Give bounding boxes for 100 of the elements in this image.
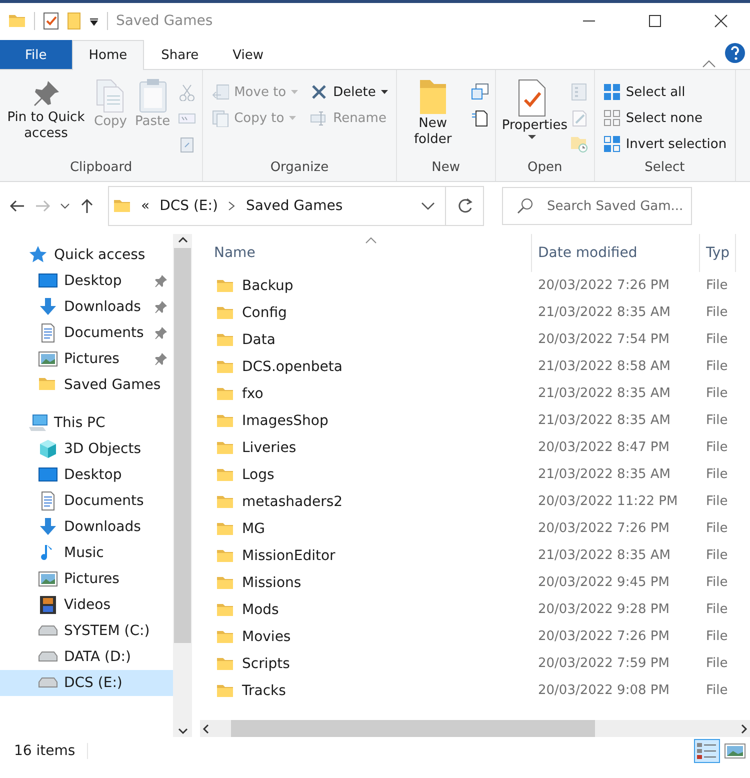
ribbon-tab[interactable]: Home bbox=[72, 40, 144, 70]
file-name[interactable]: MissionEditor bbox=[242, 548, 336, 564]
file-tab[interactable]: File bbox=[0, 40, 72, 69]
file-name[interactable]: Data bbox=[242, 332, 276, 348]
refresh-icon bbox=[456, 197, 474, 215]
file-name[interactable]: Logs bbox=[242, 466, 274, 482]
chevron-right-icon bbox=[228, 201, 236, 211]
folder-icon bbox=[418, 78, 448, 116]
date-cell-text: 20/03/2022 7:54 PM bbox=[538, 332, 670, 347]
pin-button[interactable]: Pin to Quick access bbox=[4, 74, 88, 146]
table-cell-text: File bbox=[706, 575, 729, 590]
dropdown-icon bbox=[89, 16, 99, 26]
file-name[interactable]: Tracks bbox=[242, 682, 286, 698]
cube-icon bbox=[38, 439, 58, 459]
date-cell-text: 21/03/2022 8:35 AM bbox=[538, 413, 672, 428]
move-icon bbox=[211, 83, 230, 101]
date-cell-text: 20/03/2022 8:47 PM bbox=[538, 440, 670, 455]
navigation-item[interactable]: Documents bbox=[0, 488, 173, 514]
column-header[interactable]: Typ bbox=[700, 234, 736, 272]
navigation-item[interactable]: Quick access bbox=[0, 242, 173, 268]
caret-icon bbox=[289, 116, 296, 120]
help-icon bbox=[724, 42, 746, 64]
search-icon bbox=[516, 197, 534, 215]
date-cell-text: 20/03/2022 7:59 PM bbox=[538, 656, 670, 671]
selectnone-button[interactable]: Select none bbox=[598, 106, 731, 130]
date-cell-text: 20/03/2022 7:26 PM bbox=[538, 278, 670, 293]
recent-button[interactable] bbox=[58, 201, 72, 211]
navigation-item[interactable]: Documents bbox=[0, 320, 173, 346]
table-cell-text: File bbox=[706, 683, 729, 698]
address-bar[interactable]: « DCS (E:) Saved Games bbox=[108, 186, 484, 226]
group-label: New bbox=[430, 159, 462, 177]
navigation-item[interactable]: Downloads bbox=[0, 514, 173, 540]
table-cell-text: File bbox=[706, 629, 729, 644]
file-name[interactable]: Config bbox=[242, 304, 287, 320]
column-header[interactable]: Date modified bbox=[532, 234, 700, 272]
table-cell-text: File bbox=[706, 332, 729, 347]
navigation-item[interactable]: Pictures bbox=[0, 566, 173, 592]
ribbon-tab[interactable]: View bbox=[216, 40, 281, 69]
grid-icon bbox=[602, 109, 621, 127]
overflow-button[interactable]: « bbox=[141, 198, 150, 214]
file-name[interactable]: fxo bbox=[242, 386, 264, 402]
clipboard-icon bbox=[136, 78, 169, 114]
file-name[interactable]: ImagesShop bbox=[242, 412, 328, 428]
navigation-item[interactable]: DATA (D:) bbox=[0, 644, 173, 670]
file-name[interactable]: Mods bbox=[242, 602, 279, 618]
navigation-item[interactable]: Saved Games bbox=[0, 372, 173, 398]
navigation-item[interactable]: DCS (E:) bbox=[0, 670, 173, 696]
picture-icon bbox=[38, 349, 58, 369]
navigation-item[interactable]: Desktop bbox=[0, 268, 173, 294]
file-name[interactable]: Missions bbox=[242, 574, 302, 590]
selectall-button[interactable]: Select all bbox=[598, 80, 731, 104]
computer-icon bbox=[28, 413, 48, 433]
rename-icon bbox=[310, 109, 328, 127]
column-header[interactable]: Name bbox=[214, 234, 532, 272]
breadcrumb[interactable]: DCS (E:) bbox=[160, 198, 218, 214]
down-arrow-icon bbox=[38, 517, 58, 537]
copy-icon bbox=[94, 78, 126, 114]
navigation-item[interactable]: Pictures bbox=[0, 346, 173, 372]
date-cell-text: 21/03/2022 8:35 AM bbox=[538, 305, 672, 320]
table-cell-text: File bbox=[706, 359, 729, 374]
file-name[interactable]: Backup bbox=[242, 278, 294, 294]
maximize-icon bbox=[647, 14, 663, 28]
file-name[interactable]: Movies bbox=[242, 628, 291, 644]
details-view-button[interactable] bbox=[694, 739, 720, 763]
file-name[interactable]: metashaders2 bbox=[242, 494, 343, 510]
table-cell-text: File bbox=[706, 656, 729, 671]
table-cell-text: File bbox=[706, 602, 729, 617]
ribbon-tab[interactable]: Share bbox=[144, 40, 216, 69]
navigation-item[interactable]: This PC bbox=[0, 410, 173, 436]
file-name[interactable]: Scripts bbox=[242, 656, 290, 672]
search-field[interactable]: Search Saved Gam... bbox=[502, 187, 692, 225]
navigation-item[interactable]: 3D Objects bbox=[0, 436, 173, 462]
date-cell-text: 20/03/2022 9:28 PM bbox=[538, 602, 670, 617]
file-name[interactable]: DCS.openbeta bbox=[242, 358, 342, 374]
group-label: Open bbox=[526, 159, 564, 177]
film-strip-icon bbox=[38, 595, 58, 615]
scrollbar[interactable] bbox=[200, 720, 750, 737]
drive-icon bbox=[38, 625, 58, 637]
navigation-item[interactable]: Videos bbox=[0, 592, 173, 618]
file-name[interactable]: MG bbox=[242, 520, 265, 536]
delete-button[interactable]: Delete bbox=[306, 80, 392, 104]
date-cell-text: 20/03/2022 7:26 PM bbox=[538, 521, 670, 536]
caret-icon bbox=[291, 90, 298, 94]
breadcrumb[interactable]: Saved Games bbox=[246, 198, 343, 214]
down-arrow-icon bbox=[38, 297, 58, 317]
navigation-item[interactable]: Downloads bbox=[0, 294, 173, 320]
invert-button[interactable]: Invert selection bbox=[598, 132, 731, 156]
checklist-icon bbox=[43, 12, 59, 30]
table-cell-text: File bbox=[706, 521, 729, 536]
date-cell-text: 20/03/2022 11:22 PM bbox=[538, 494, 679, 509]
file-name[interactable]: Liveries bbox=[242, 440, 296, 456]
group-label: Select bbox=[644, 159, 686, 177]
table-cell-text: File bbox=[706, 278, 729, 293]
scrollbar[interactable] bbox=[173, 234, 192, 737]
navigation-item[interactable]: Desktop bbox=[0, 462, 173, 488]
list-icon bbox=[696, 741, 718, 761]
navigation-item[interactable]: Music bbox=[0, 540, 173, 566]
newfolder-button[interactable]: New folder bbox=[400, 74, 465, 152]
folder-icon bbox=[67, 12, 81, 30]
navigation-item[interactable]: SYSTEM (C:) bbox=[0, 618, 173, 644]
